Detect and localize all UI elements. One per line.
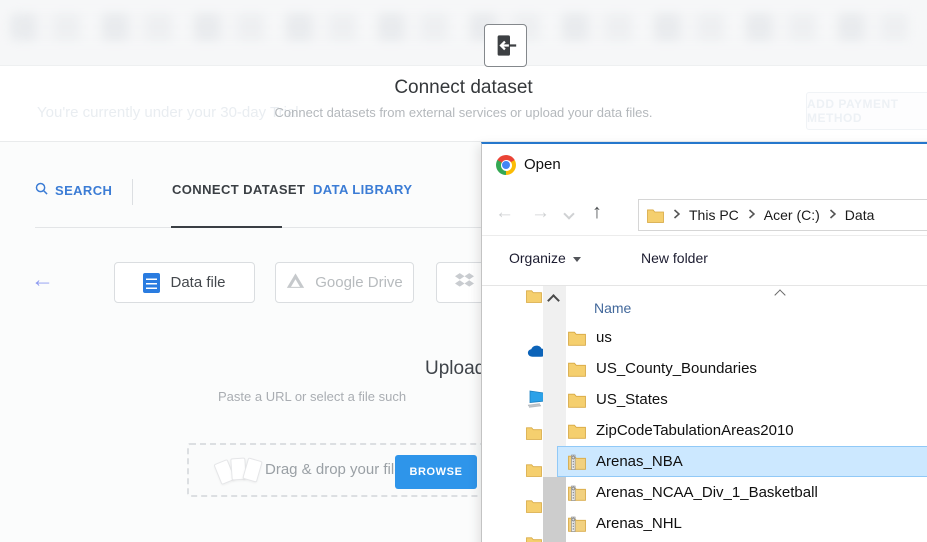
dialog-nav-bar: ← → ↑ This PC Acer (C:) Data bbox=[482, 186, 927, 235]
organize-label: Organize bbox=[509, 250, 566, 266]
file-name: US_County_Boundaries bbox=[596, 360, 757, 377]
breadcrumb-data-folder[interactable]: Data bbox=[845, 207, 875, 223]
zip-folder-icon bbox=[568, 454, 586, 470]
folder-icon[interactable] bbox=[526, 499, 542, 518]
chevron-right-icon bbox=[829, 206, 837, 224]
address-bar[interactable]: This PC Acer (C:) Data bbox=[638, 199, 927, 231]
file-list: us US_County_Boundaries US_States ZipCod… bbox=[557, 322, 927, 539]
new-folder-button[interactable]: New folder bbox=[641, 250, 708, 266]
file-name: Arenas_NCAA_Div_1_Basketball bbox=[596, 484, 818, 501]
breadcrumb-this-pc[interactable]: This PC bbox=[689, 207, 739, 223]
scroll-up-icon[interactable] bbox=[549, 294, 558, 303]
blurred-toolbar-content bbox=[10, 13, 920, 41]
tab-data-library[interactable]: DATA LIBRARY bbox=[313, 182, 412, 197]
files-fan-icon bbox=[213, 452, 265, 492]
file-name: us bbox=[596, 329, 612, 346]
connect-dataset-icon bbox=[484, 24, 527, 67]
active-tab-underline bbox=[171, 226, 282, 228]
dialog-title: Open bbox=[524, 156, 561, 173]
zip-folder-icon bbox=[568, 516, 586, 532]
file-row[interactable]: US_States bbox=[557, 384, 927, 415]
search-icon bbox=[35, 182, 48, 198]
file-row[interactable]: Arenas_NCAA_Div_1_Basketball bbox=[557, 477, 927, 508]
google-drive-label: Google Drive bbox=[315, 274, 403, 291]
file-name: ZipCodeTabulationAreas2010 bbox=[596, 422, 794, 439]
organize-menu-button[interactable]: Organize bbox=[509, 250, 581, 266]
file-row[interactable]: ZipCodeTabulationAreas2010 bbox=[557, 415, 927, 446]
data-file-label: Data file bbox=[170, 274, 226, 291]
dialog-body: Name us US_County_Boundaries US_States Z… bbox=[482, 286, 927, 542]
caret-down-icon bbox=[572, 256, 581, 262]
folder-icon bbox=[568, 423, 586, 439]
nav-up-button[interactable]: ↑ bbox=[592, 202, 602, 222]
upload-hint: Paste a URL or select a file such bbox=[218, 389, 407, 404]
breadcrumb-drive[interactable]: Acer (C:) bbox=[764, 207, 820, 223]
tab-search[interactable]: SEARCH bbox=[35, 182, 112, 198]
folder-icon[interactable] bbox=[526, 536, 542, 542]
open-file-dialog: Open ← → ↑ This PC Acer (C:) Data Organi… bbox=[481, 142, 927, 542]
file-row-selected[interactable]: Arenas_NBA bbox=[557, 446, 927, 477]
dialog-toolbar: Organize New folder bbox=[482, 236, 927, 285]
folder-icon bbox=[568, 330, 586, 346]
file-name: US_States bbox=[596, 391, 668, 408]
google-drive-button[interactable]: Google Drive bbox=[275, 262, 414, 303]
onedrive-icon[interactable] bbox=[526, 344, 543, 363]
file-row[interactable]: US_County_Boundaries bbox=[557, 353, 927, 384]
chevron-right-icon bbox=[748, 206, 756, 224]
tab-search-label: SEARCH bbox=[55, 182, 113, 198]
data-file-button[interactable]: Data file bbox=[114, 262, 255, 303]
folder-icon bbox=[568, 392, 586, 408]
back-button[interactable]: ← bbox=[31, 268, 54, 291]
folder-icon bbox=[568, 361, 586, 377]
google-drive-icon bbox=[286, 272, 305, 293]
screen: You're currently under your 30-day Trial… bbox=[0, 0, 927, 542]
this-pc-icon[interactable] bbox=[526, 389, 543, 414]
file-name: Arenas_NBA bbox=[596, 453, 683, 470]
dropbox-icon bbox=[455, 272, 474, 293]
file-name: Arenas_NHL bbox=[596, 515, 682, 532]
nav-forward-button[interactable]: → bbox=[531, 203, 550, 222]
zip-folder-icon bbox=[568, 485, 586, 501]
folder-icon[interactable] bbox=[526, 463, 542, 482]
document-icon bbox=[143, 272, 161, 293]
tab-connect-dataset[interactable]: CONNECT DATASET bbox=[172, 182, 305, 197]
dropzone-label: Drag & drop your file bbox=[265, 461, 403, 478]
file-row[interactable]: Arenas_NHL bbox=[557, 508, 927, 539]
nav-history-chevron-icon[interactable] bbox=[565, 210, 573, 218]
browse-button[interactable]: BROWSE bbox=[395, 455, 477, 489]
navigation-pane bbox=[482, 286, 543, 542]
column-header-name[interactable]: Name bbox=[594, 300, 631, 316]
file-row[interactable]: us bbox=[557, 322, 927, 353]
folder-icon[interactable] bbox=[526, 289, 542, 308]
page-subtitle: Connect datasets from external services … bbox=[274, 105, 653, 120]
tab-divider bbox=[132, 179, 133, 205]
folder-icon bbox=[647, 208, 664, 223]
folder-icon[interactable] bbox=[526, 426, 542, 445]
chevron-right-icon bbox=[673, 206, 681, 224]
dialog-titlebar[interactable]: Open bbox=[482, 144, 927, 186]
nav-back-button[interactable]: ← bbox=[495, 203, 514, 222]
sort-ascending-icon bbox=[776, 289, 786, 297]
upload-heading: Upload bbox=[425, 358, 486, 379]
page-title: Connect dataset bbox=[394, 77, 533, 98]
blurred-app-header bbox=[0, 0, 927, 66]
chrome-icon bbox=[496, 155, 516, 175]
